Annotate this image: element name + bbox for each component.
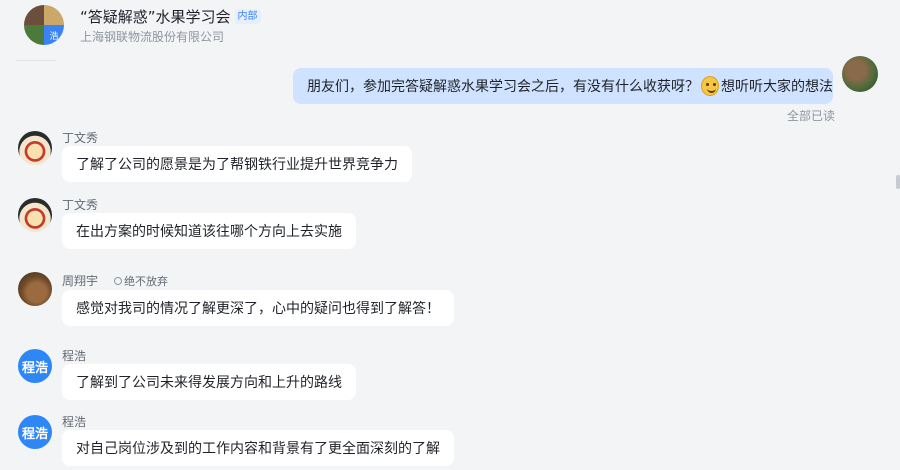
avatar[interactable] <box>18 198 52 232</box>
message-bubble[interactable]: 了解到了公司未来得发展方向和上升的路线 <box>62 364 356 400</box>
sender-name: 丁文秀 <box>62 131 99 145</box>
divider <box>16 60 56 61</box>
internal-badge: 内部 <box>234 9 261 24</box>
own-avatar[interactable] <box>842 56 878 92</box>
avatar[interactable]: 程浩 <box>18 349 52 383</box>
group-avatar[interactable]: 浩 <box>24 5 64 45</box>
scrollbar[interactable] <box>896 175 900 189</box>
group-name: “答疑解惑”水果学习会 <box>80 8 231 26</box>
sender-name: 周翔宇 <box>62 274 99 288</box>
sender-name: 程浩 <box>62 415 87 429</box>
status-label: 绝不放弃 <box>124 275 168 288</box>
own-message-text: 朋友们，参加完答疑解惑水果学习会之后，有没有什么收获呀？ <box>307 79 699 95</box>
group-title[interactable]: “答疑解惑”水果学习会 内部 <box>80 6 261 27</box>
message-bubble[interactable]: 了解了公司的愿景是为了帮钢铁行业提升世界竞争力 <box>62 146 412 182</box>
group-organization: 上海钢联物流股份有限公司 <box>80 30 225 44</box>
avatar[interactable] <box>18 272 52 306</box>
thinking-face-icon <box>701 76 719 96</box>
sender-name: 程浩 <box>62 349 87 363</box>
read-status[interactable]: 全部已读 <box>787 107 835 124</box>
status-icon <box>114 277 122 285</box>
avatar[interactable] <box>18 131 52 165</box>
message-bubble[interactable]: 在出方案的时候知道该往哪个方向上去实施 <box>62 213 356 249</box>
message-bubble[interactable]: 对自己岗位涉及到的工作内容和背景有了更全面深刻的了解 <box>62 430 454 466</box>
group-avatar-corner: 浩 <box>44 25 64 45</box>
sender-name: 丁文秀 <box>62 198 99 212</box>
own-message-bubble[interactable]: 朋友们，参加完答疑解惑水果学习会之后，有没有什么收获呀？ 想听听大家的想法 <box>293 68 833 104</box>
avatar[interactable]: 程浩 <box>18 415 52 449</box>
chat-header: 浩 “答疑解惑”水果学习会 内部 上海钢联物流股份有限公司 <box>0 0 900 52</box>
own-message-text-tail: 想听听大家的想法 <box>721 79 833 95</box>
status-text: 绝不放弃 <box>114 273 168 289</box>
message-bubble[interactable]: 感觉对我司的情况了解更深了，心中的疑问也得到了解答！ <box>62 290 454 326</box>
